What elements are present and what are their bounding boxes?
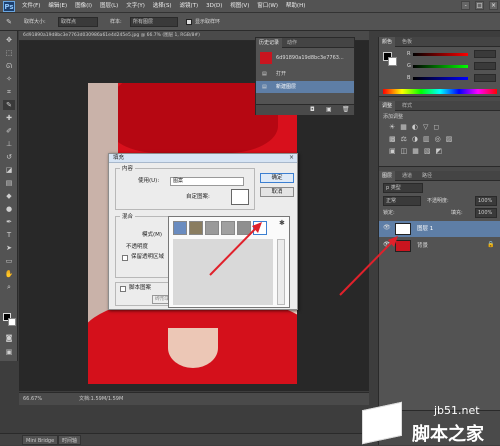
watermark-logo (362, 401, 402, 445)
watermark-name: 脚本之家 (412, 424, 484, 445)
arrow-to-pattern (209, 225, 259, 276)
annotation-arrows (209, 222, 398, 296)
watermark-site: jb51.net (434, 404, 480, 417)
arrow-to-layer (339, 239, 395, 296)
watermark: jb51.net 脚本之家 (362, 398, 500, 445)
